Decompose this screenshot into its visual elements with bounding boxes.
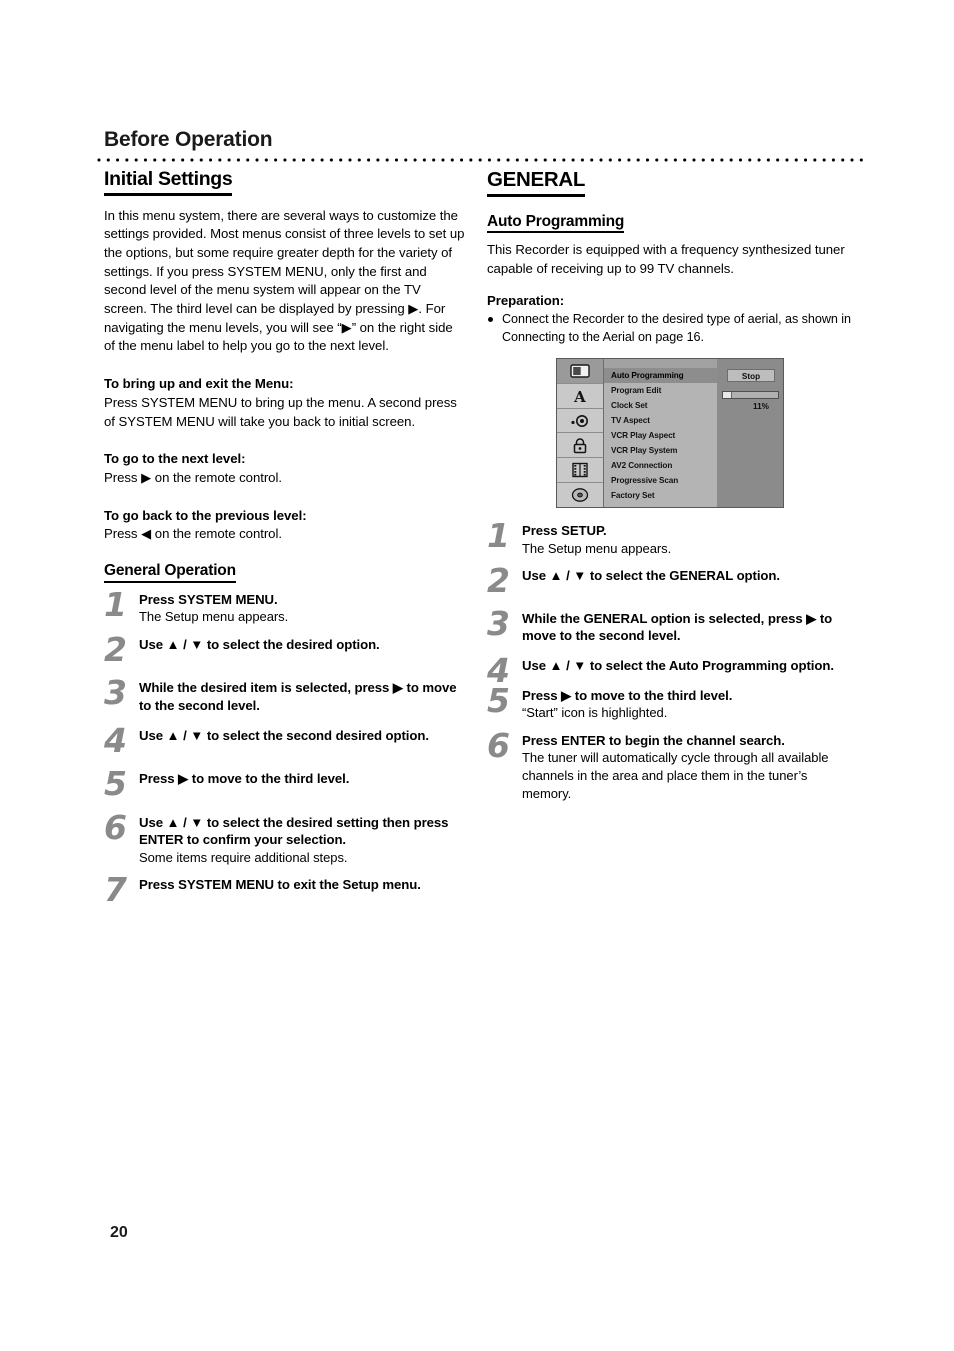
step-number: 5 bbox=[104, 764, 127, 804]
step-detail: Some items require additional steps. bbox=[139, 849, 348, 865]
step-number: 3 bbox=[104, 673, 127, 713]
step-item: 5 Press ▶ to move to the third level. bbox=[104, 767, 466, 800]
step-instruction: Use ▲ / ▼ to select the desired setting … bbox=[139, 814, 449, 848]
bring-up-menu-heading: To bring up and exit the Menu: bbox=[104, 376, 294, 392]
osd-setup-menu-graphic: A Auto Programming Program Edit Clock Se… bbox=[556, 358, 784, 508]
osd-menu-item-av2-connection[interactable]: AV2 Connection bbox=[604, 458, 717, 473]
step-detail: The Setup menu appears. bbox=[522, 540, 672, 556]
language-letter-a-icon: A bbox=[557, 383, 603, 409]
step-number: 1 bbox=[487, 516, 510, 556]
step-number: 5 bbox=[487, 680, 510, 720]
lock-icon bbox=[557, 433, 603, 459]
step-item: 5 Press ▶ to move to the third level. “S… bbox=[487, 680, 859, 722]
osd-menu-item-clock-set[interactable]: Clock Set bbox=[604, 398, 717, 413]
step-instruction: While the desired item is selected, pres… bbox=[139, 680, 457, 713]
svg-text:A: A bbox=[573, 388, 586, 404]
osd-stop-button[interactable]: Stop bbox=[727, 369, 775, 382]
general-heading-wrap: GENERAL bbox=[487, 169, 859, 208]
page-title-general: GENERAL bbox=[487, 169, 585, 197]
osd-menu-item-vcr-play-aspect[interactable]: VCR Play Aspect bbox=[604, 428, 717, 443]
osd-menu-item-tv-aspect[interactable]: TV Aspect bbox=[604, 413, 717, 428]
section-heading-general-operation: General Operation bbox=[104, 563, 236, 583]
step-item: 4 Use ▲ / ▼ to select the Auto Programmi… bbox=[487, 654, 859, 687]
osd-detail-panel: Stop 11% bbox=[717, 359, 783, 507]
osd-progress-percent: 11% bbox=[753, 402, 769, 411]
step-instruction: Press SYSTEM MENU. bbox=[139, 591, 278, 607]
audio-speaker-icon bbox=[557, 408, 603, 434]
step-detail: “Start” icon is highlighted. bbox=[522, 705, 668, 721]
page-title-initial-settings: Initial Settings bbox=[104, 169, 233, 196]
step-number: 2 bbox=[104, 629, 127, 669]
step-instruction: While the GENERAL option is selected, pr… bbox=[522, 610, 833, 644]
preparation-bullet-text: Connect the Recorder to the desired type… bbox=[502, 312, 851, 344]
osd-progress-bar bbox=[722, 391, 779, 399]
preparation-heading: Preparation: bbox=[487, 293, 565, 309]
general-operation-heading-wrap: General Operation bbox=[104, 563, 466, 591]
auto-programming-intro: This Recorder is equipped with a frequen… bbox=[487, 242, 845, 276]
page-number: 20 bbox=[110, 1224, 128, 1241]
osd-menu-item-program-edit[interactable]: Program Edit bbox=[604, 383, 717, 398]
auto-programming-heading-wrap: Auto Programming bbox=[487, 213, 859, 242]
step-item: 2 Use ▲ / ▼ to select the desired option… bbox=[104, 633, 466, 666]
tv-monitor-icon bbox=[557, 359, 603, 384]
disc-icon bbox=[557, 483, 603, 507]
osd-menu-item-vcr-play-system[interactable]: VCR Play System bbox=[604, 443, 717, 458]
osd-menu-item-progressive-scan[interactable]: Progressive Scan bbox=[604, 473, 717, 488]
next-level-heading: To go to the next level: bbox=[104, 451, 246, 467]
osd-menu-item-auto-programming[interactable]: Auto Programming bbox=[604, 368, 717, 383]
step-instruction: Use ▲ / ▼ to select the GENERAL option. bbox=[522, 568, 780, 584]
bring-up-menu-text: Press SYSTEM MENU to bring up the menu. … bbox=[104, 394, 457, 429]
step-instruction: Press SYSTEM MENU to exit the Setup menu… bbox=[139, 877, 421, 893]
section-heading-auto-programming: Auto Programming bbox=[487, 213, 624, 233]
step-item: 1 Press SYSTEM MENU. The Setup menu appe… bbox=[104, 584, 466, 626]
step-instruction: Use ▲ / ▼ to select the Auto Programming… bbox=[522, 658, 834, 674]
previous-level-text: Press ◀ on the remote control. bbox=[104, 526, 282, 542]
osd-menu-item-factory-set[interactable]: Factory Set bbox=[604, 488, 717, 503]
step-detail: The Setup menu appears. bbox=[139, 609, 289, 625]
bullet-dot-icon bbox=[488, 317, 493, 323]
step-item: 2 Use ▲ / ▼ to select the GENERAL option… bbox=[487, 564, 859, 597]
general-operation-steps: 1 Press SYSTEM MENU. The Setup menu appe… bbox=[104, 584, 466, 907]
step-number: 4 bbox=[104, 720, 127, 760]
initial-settings-heading-wrap: Initial Settings bbox=[104, 169, 466, 207]
osd-progress-fill bbox=[723, 392, 733, 398]
auto-programming-steps: 1 Press SETUP. The Setup menu appears. 2… bbox=[487, 516, 859, 802]
header-dotted-divider bbox=[97, 158, 864, 162]
step-instruction: Press ▶ to move to the third level. bbox=[139, 771, 350, 787]
step-item: 4 Use ▲ / ▼ to select the second desired… bbox=[104, 724, 466, 757]
step-instruction: Press ENTER to begin the channel search. bbox=[522, 732, 785, 748]
step-item: 6 Press ENTER to begin the channel searc… bbox=[487, 725, 859, 802]
step-instruction: Press ▶ to move to the third level. bbox=[522, 687, 733, 703]
step-instruction: Use ▲ / ▼ to select the desired option. bbox=[139, 636, 380, 652]
step-instruction: Press SETUP. bbox=[522, 523, 607, 539]
step-detail: The tuner will automatically cycle throu… bbox=[522, 750, 829, 801]
step-number: 2 bbox=[487, 561, 510, 601]
step-item: 6 Use ▲ / ▼ to select the desired settin… bbox=[104, 807, 466, 867]
step-number: 1 bbox=[104, 584, 127, 624]
osd-menu-list: Auto Programming Program Edit Clock Set … bbox=[604, 359, 717, 507]
left-column: Initial Settings In this menu system, th… bbox=[104, 169, 466, 907]
step-item: 3 While the GENERAL option is selected, … bbox=[487, 603, 859, 645]
step-number: 6 bbox=[487, 725, 510, 765]
osd-category-sidebar: A bbox=[557, 359, 604, 507]
manual-page: Before Operation Initial Settings In thi… bbox=[0, 0, 954, 1351]
next-level-text: Press ▶ on the remote control. bbox=[104, 469, 282, 485]
step-item: 1 Press SETUP. The Setup menu appears. bbox=[487, 516, 859, 557]
chapter-header: Before Operation bbox=[104, 128, 273, 151]
preparation-bullet-item: Connect the Recorder to the desired type… bbox=[487, 311, 859, 346]
step-instruction: Use ▲ / ▼ to select the second desired o… bbox=[139, 727, 429, 743]
step-item: 7 Press SYSTEM MENU to exit the Setup me… bbox=[104, 873, 466, 906]
previous-level-heading: To go back to the previous level: bbox=[104, 507, 307, 523]
step-number: 6 bbox=[104, 807, 127, 847]
step-number: 7 bbox=[104, 870, 127, 910]
film-strip-icon bbox=[557, 458, 603, 484]
step-item: 3 While the desired item is selected, pr… bbox=[104, 673, 466, 714]
initial-settings-intro: In this menu system, there are several w… bbox=[104, 207, 465, 354]
step-number: 3 bbox=[487, 603, 510, 643]
